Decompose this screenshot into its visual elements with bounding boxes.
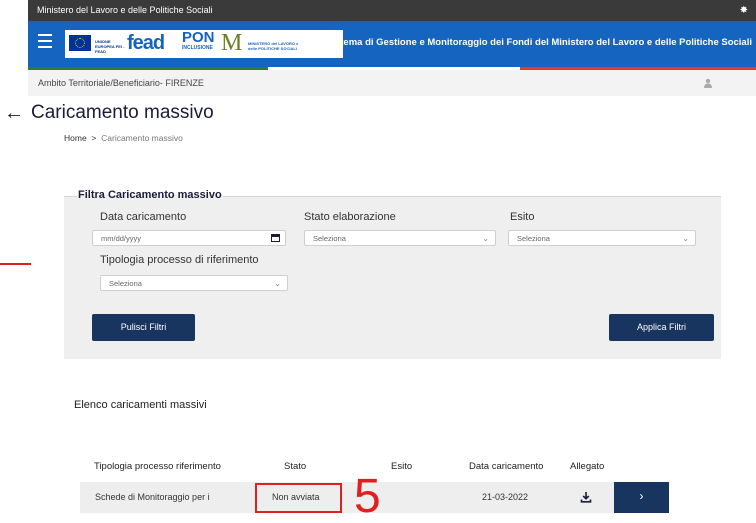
filter-legend: Filtra Caricamento massivo (77, 189, 223, 201)
chevron-down-icon: ⌄ (482, 234, 489, 243)
ambito-bar: Ambito Territoriale/Beneficiario- FIRENZ… (28, 70, 756, 96)
menu-icon[interactable] (38, 34, 52, 48)
tipologia-label: Tipologia processo di riferimento (100, 254, 259, 266)
pon-logo-text: PON (182, 29, 215, 46)
pon-logo-sub: INCLUSIONE (182, 45, 213, 51)
gear-icon[interactable]: ✸ (740, 0, 748, 21)
esito-selected: Seleziona (517, 234, 550, 243)
ministry-name: Ministero del Lavoro e delle Politiche S… (37, 5, 213, 15)
annotation-highlight-box (255, 483, 342, 513)
esito-label: Esito (510, 211, 535, 223)
fead-logo: fead (127, 32, 165, 54)
ministry-logo: M (221, 30, 243, 56)
ambito-label: Ambito Territoriale/Beneficiario- FIRENZ… (38, 78, 204, 88)
row-tipologia: Schede di Monitoraggio per i (95, 492, 210, 502)
column-header-tipologia: Tipologia processo riferimento (94, 461, 221, 472)
pon-logo: PON INCLUSIONE (182, 29, 215, 51)
back-arrow-icon[interactable]: ← (4, 101, 24, 125)
annotation-line (0, 263, 31, 265)
column-header-data: Data caricamento (469, 461, 544, 472)
list-title: Elenco caricamenti massivi (74, 399, 207, 411)
user-icon[interactable] (703, 78, 713, 88)
data-caricamento-label: Data caricamento (100, 211, 187, 223)
download-icon[interactable] (580, 491, 592, 503)
breadcrumb-home[interactable]: Home (64, 133, 87, 143)
column-header-allegato: Allegato (570, 461, 605, 472)
tipologia-select[interactable]: Seleziona ⌄ (100, 275, 288, 291)
esito-select[interactable]: Seleziona ⌄ (508, 230, 696, 246)
chevron-down-icon: ⌄ (682, 234, 689, 243)
system-title: Sistema di Gestione e Monitoraggio dei F… (326, 37, 752, 48)
ministry-logo-text: MINISTERO del LAVORO e delle POLITICHE S… (248, 41, 299, 51)
eu-flag-logo (69, 35, 91, 51)
column-header-esito: Esito (391, 461, 413, 472)
tipologia-selected: Seleziona (109, 279, 142, 288)
column-header-stato: Stato (284, 461, 307, 472)
eu-logo-text: UNIONE EUROPEA FEI - FEAD (95, 39, 125, 54)
clear-filters-button[interactable]: Pulisci Filtri (92, 314, 195, 341)
page-title: Caricamento massivo (31, 102, 214, 123)
breadcrumb: Home > Caricamento massivo (64, 133, 183, 143)
apply-filters-button[interactable]: Applica Filtri (609, 314, 714, 341)
logo-strip: UNIONE EUROPEA FEI - FEAD fead PON INCLU… (65, 30, 343, 58)
breadcrumb-current: Caricamento massivo (101, 133, 183, 143)
top-bar: Ministero del Lavoro e delle Politiche S… (28, 0, 756, 21)
breadcrumb-separator: > (91, 133, 97, 143)
row-data: 21-03-2022 (482, 492, 529, 502)
stato-elaborazione-select[interactable]: Seleziona ⌄ (304, 230, 496, 246)
date-placeholder: mm/dd/yyyy (101, 234, 142, 243)
stato-selected: Seleziona (313, 234, 346, 243)
chevron-right-icon[interactable]: › (614, 482, 669, 513)
annotation-number: 5 (354, 470, 381, 523)
stato-elaborazione-label: Stato elaborazione (304, 211, 396, 223)
navbar: UNIONE EUROPEA FEI - FEAD fead PON INCLU… (28, 21, 756, 67)
chevron-down-icon: ⌄ (274, 279, 281, 288)
data-caricamento-input[interactable]: mm/dd/yyyy (92, 230, 286, 246)
calendar-icon[interactable] (271, 234, 280, 242)
